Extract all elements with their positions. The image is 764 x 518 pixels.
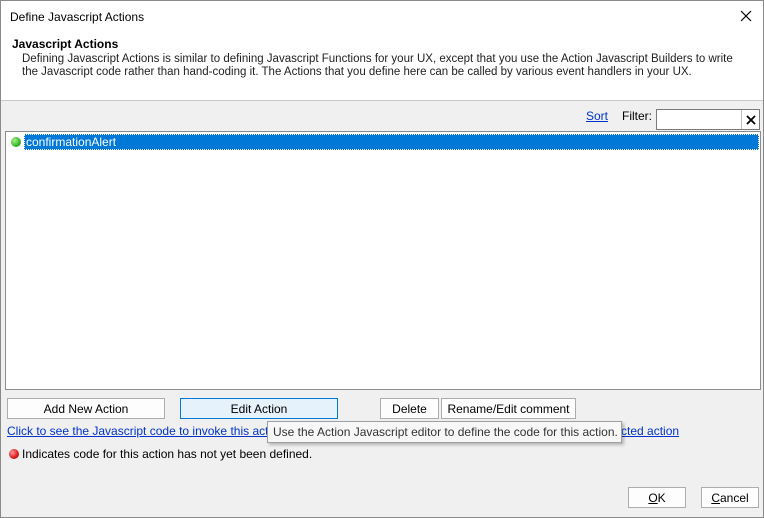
tooltip: Use the Action Javascript editor to defi… bbox=[267, 421, 622, 443]
view-javascript-code-link[interactable]: Click to see the Javascript code to invo… bbox=[7, 424, 284, 438]
close-icon bbox=[740, 10, 752, 22]
list-item[interactable]: confirmationAlert bbox=[9, 134, 759, 150]
edit-action-button[interactable]: Edit Action bbox=[180, 398, 338, 419]
close-button[interactable] bbox=[729, 1, 763, 31]
add-new-action-button[interactable]: Add New Action bbox=[7, 398, 165, 419]
actions-list[interactable]: confirmationAlert bbox=[5, 131, 761, 390]
legend: Indicates code for this action has not y… bbox=[9, 447, 312, 461]
ok-button[interactable]: OK bbox=[628, 487, 686, 508]
delete-button[interactable]: Delete bbox=[380, 398, 439, 419]
header-panel: Javascript Actions Defining Javascript A… bbox=[1, 33, 763, 101]
tooltip-text: Use the Action Javascript editor to defi… bbox=[273, 425, 618, 439]
ok-label: K bbox=[657, 490, 666, 505]
status-defined-icon bbox=[11, 137, 21, 147]
list-item-label: confirmationAlert bbox=[24, 134, 759, 150]
header-description: Defining Javascript Actions is similar t… bbox=[22, 53, 733, 78]
cancel-button[interactable]: Cancel bbox=[701, 487, 759, 508]
filter-label: Filter: bbox=[622, 109, 652, 123]
selected-action-link[interactable]: cted action bbox=[621, 424, 679, 438]
filter-input[interactable] bbox=[658, 111, 742, 128]
header-title: Javascript Actions bbox=[12, 37, 119, 51]
title-bar: Define Javascript Actions bbox=[1, 1, 763, 33]
rename-edit-comment-button[interactable]: Rename/Edit comment bbox=[441, 398, 576, 419]
filter-clear-button[interactable] bbox=[741, 110, 759, 129]
define-javascript-actions-dialog: Define Javascript Actions Javascript Act… bbox=[0, 0, 764, 518]
legend-text: Indicates code for this action has not y… bbox=[22, 447, 313, 461]
filter-box bbox=[656, 109, 760, 130]
status-undefined-icon bbox=[9, 449, 19, 459]
ok-mnemonic: O bbox=[648, 490, 658, 505]
sort-link[interactable]: Sort bbox=[586, 109, 608, 123]
window-title: Define Javascript Actions bbox=[10, 10, 145, 24]
cancel-mnemonic: C bbox=[711, 490, 720, 505]
clear-x-icon bbox=[745, 114, 756, 125]
cancel-label: ancel bbox=[719, 490, 749, 505]
